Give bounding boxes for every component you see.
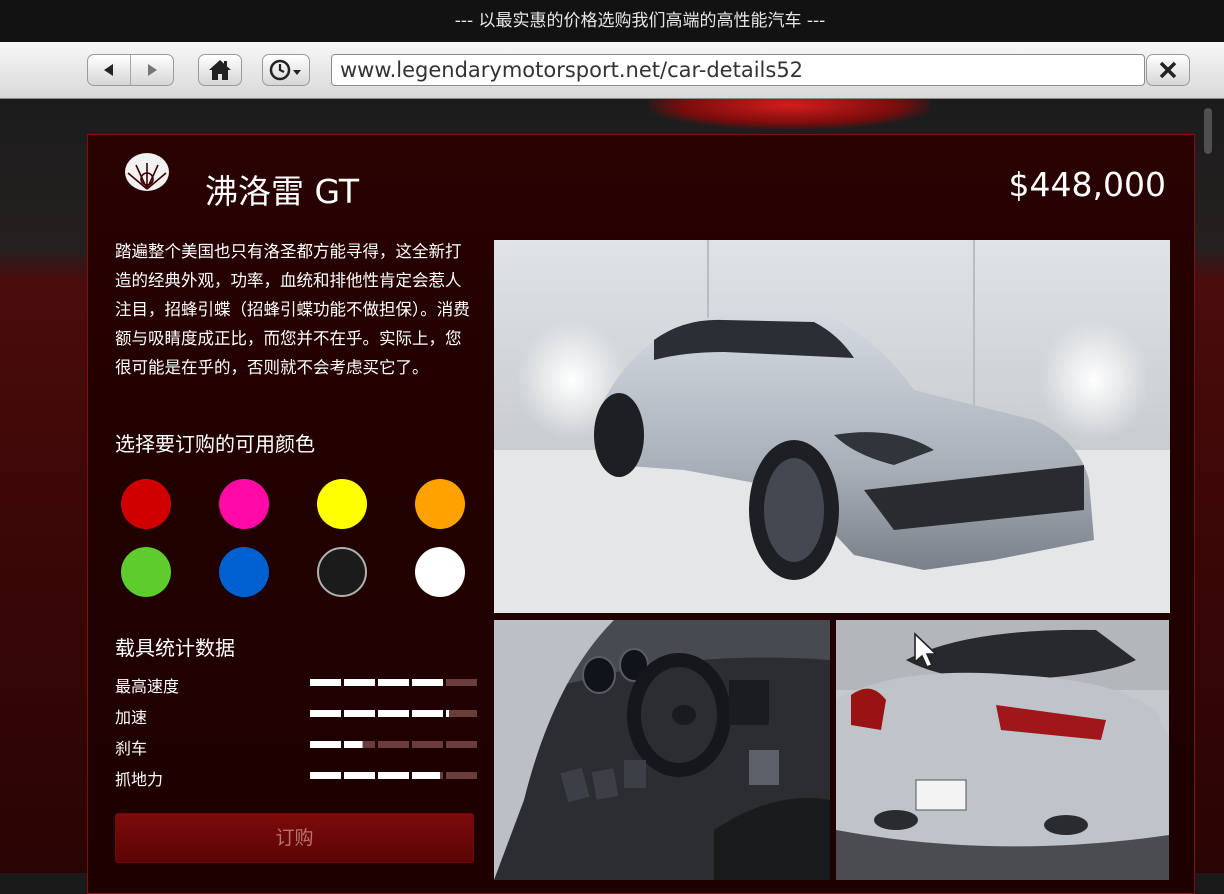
color-swatch-blue[interactable] [219, 547, 269, 597]
back-arrow-icon [104, 64, 113, 76]
home-icon [209, 60, 231, 80]
order-button[interactable]: 订购 [115, 813, 474, 863]
stat-segment [344, 741, 375, 748]
stat-segment [344, 710, 375, 717]
color-swatch-black[interactable] [317, 547, 367, 597]
stat-segment [412, 710, 443, 717]
url-input[interactable] [331, 54, 1145, 86]
stat-segment [344, 772, 375, 779]
stat-segment [310, 741, 341, 748]
vehicle-rear-photo[interactable] [836, 620, 1169, 880]
stat-label-top-speed: 最高速度 [115, 677, 180, 696]
stats-section-heading: 载具统计数据 [115, 636, 235, 660]
window-title: --- 以最实惠的价格选购我们高端的高性能汽车 --- [0, 0, 1224, 42]
stat-segment [378, 679, 409, 686]
vehicle-description: 踏遍整个美国也只有洛圣都方能寻得，这全新打造的经典外观，功率，血统和排他性肯定会… [115, 242, 470, 377]
forward-button[interactable] [131, 55, 173, 85]
stat-segment [310, 679, 341, 686]
stat-segment [310, 772, 341, 779]
stat-segment [446, 679, 477, 686]
browser-toolbar [0, 42, 1224, 99]
color-swatch-red[interactable] [121, 479, 171, 529]
stat-segment [378, 772, 409, 779]
home-button[interactable] [198, 54, 242, 86]
back-button[interactable] [88, 55, 131, 85]
color-swatch-yellow[interactable] [317, 479, 367, 529]
stat-segment [446, 710, 477, 717]
vehicle-price: $448,000 [1008, 165, 1166, 204]
history-button[interactable] [262, 54, 310, 86]
stat-segment [378, 710, 409, 717]
stat-segment [344, 679, 375, 686]
stat-label-traction: 抓地力 [115, 770, 164, 789]
close-button[interactable] [1146, 54, 1190, 86]
close-x-icon [1159, 61, 1177, 79]
color-swatch-green[interactable] [121, 547, 171, 597]
stat-segment [446, 772, 477, 779]
stat-label-braking: 刹车 [115, 739, 148, 758]
nav-button-group [87, 54, 174, 86]
history-clock-icon [269, 59, 301, 81]
page-scrollbar[interactable] [1204, 108, 1212, 154]
mouse-pointer-icon [914, 632, 938, 669]
vehicle-detail-panel: 沸洛雷 GT $448,000 踏遍整个美国也只有洛圣都方能寻得，这全新打造的经… [87, 134, 1195, 894]
stat-bar-braking [310, 741, 477, 748]
color-swatch-orange[interactable] [415, 479, 465, 529]
header-car-image [650, 99, 930, 129]
color-section-heading: 选择要订购的可用颜色 [115, 432, 315, 456]
vehicle-name: 沸洛雷 GT [205, 172, 360, 211]
color-swatch-pink[interactable] [219, 479, 269, 529]
stat-bar-traction [310, 772, 477, 779]
stat-segment [310, 710, 341, 717]
vehicle-main-photo[interactable] [494, 240, 1170, 613]
stat-label-acceleration: 加速 [115, 708, 148, 727]
stat-segment [378, 741, 409, 748]
stat-segment [412, 741, 443, 748]
stat-segment [412, 679, 443, 686]
stat-segment [412, 772, 443, 779]
color-swatch-white[interactable] [415, 547, 465, 597]
stat-segment [446, 741, 477, 748]
lampadati-logo-icon [125, 153, 169, 191]
stat-bar-top-speed [310, 679, 477, 686]
vehicle-interior-photo[interactable] [494, 620, 830, 880]
forward-arrow-icon [148, 64, 157, 76]
stat-bar-acceleration [310, 710, 477, 717]
